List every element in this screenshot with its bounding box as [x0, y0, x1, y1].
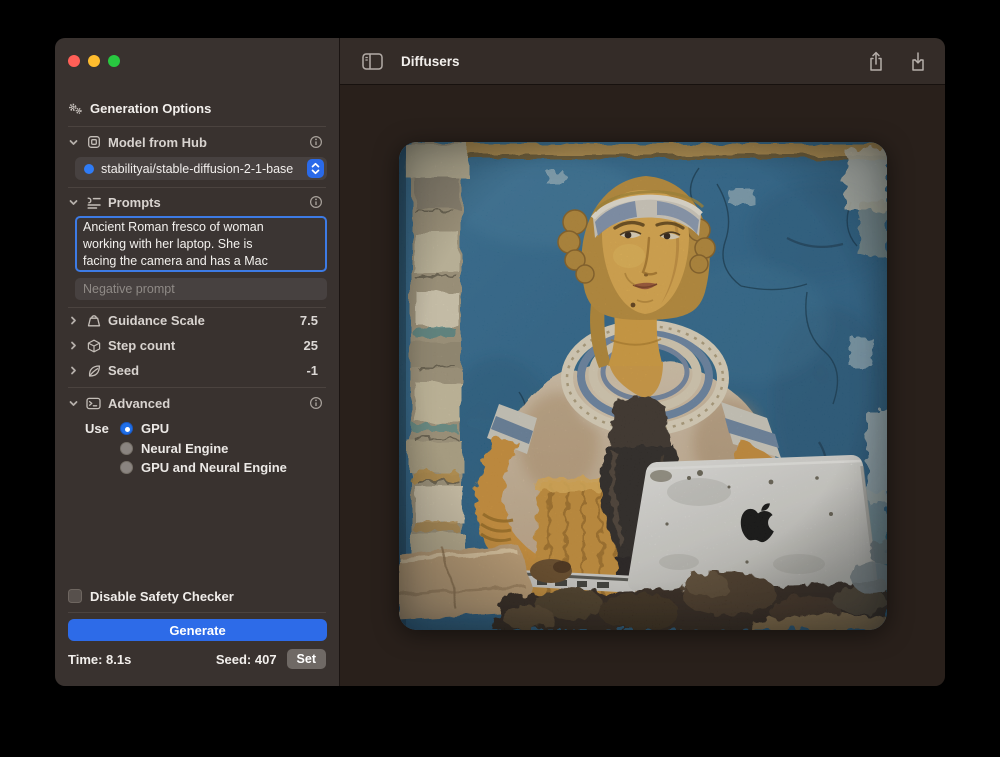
info-icon[interactable] [309, 195, 323, 209]
terminal-icon [86, 397, 101, 410]
scale-mass-icon [86, 314, 101, 328]
chevron-right-icon [68, 315, 79, 326]
param-row-guidance-scale[interactable]: Guidance Scale 7.5 [68, 308, 326, 333]
toolbar-actions [867, 51, 927, 72]
param-value: 25 [304, 338, 318, 353]
chevron-right-icon [68, 365, 79, 376]
minimize-button[interactable] [88, 55, 100, 67]
separator [68, 612, 326, 613]
sidebar-toggle-icon[interactable] [362, 53, 383, 70]
param-value: -1 [306, 363, 318, 378]
set-seed-button[interactable]: Set [287, 649, 326, 669]
window-title: Diffusers [401, 54, 460, 69]
main-area: Diffusers [340, 38, 945, 686]
section-model-from-hub[interactable]: Model from Hub [68, 130, 326, 154]
sidebar-spacer [68, 478, 326, 589]
param-row-seed[interactable]: Seed -1 [68, 358, 326, 383]
desktop: Generation Options Model from Hub stabil… [0, 0, 1000, 757]
text-quote-icon [86, 196, 101, 209]
titlebar: Diffusers [340, 38, 945, 85]
chevron-down-icon [68, 398, 79, 409]
param-value: 7.5 [300, 313, 318, 328]
cube-icon [86, 339, 101, 353]
share-icon[interactable] [867, 51, 885, 72]
separator [68, 126, 326, 127]
radio-row-neural-engine[interactable]: Neural Engine [68, 439, 326, 459]
gears-icon [68, 101, 83, 116]
param-label: Seed [108, 363, 139, 378]
stepper-icon [307, 159, 324, 178]
save-icon[interactable] [909, 51, 927, 72]
info-icon[interactable] [309, 135, 323, 149]
image-canvas [340, 85, 945, 686]
radio-gpu[interactable] [120, 422, 133, 435]
negative-prompt-input[interactable]: Negative prompt [75, 278, 327, 300]
leaf-icon [86, 364, 101, 378]
sidebar: Generation Options Model from Hub stabil… [55, 38, 340, 686]
zoom-button[interactable] [108, 55, 120, 67]
radio-neural-engine[interactable] [120, 442, 133, 455]
param-label: Step count [108, 338, 175, 353]
model-select-value: stabilityai/stable-diffusion-2-1-base [101, 162, 300, 176]
model-select[interactable]: stabilityai/stable-diffusion-2-1-base [75, 157, 327, 180]
separator [68, 387, 326, 388]
model-status-dot [84, 164, 94, 174]
radio-label: Neural Engine [141, 441, 228, 456]
section-prompts[interactable]: Prompts [68, 190, 326, 214]
section-advanced[interactable]: Advanced [68, 391, 326, 415]
info-icon[interactable] [309, 396, 323, 410]
generated-image [399, 142, 887, 630]
chevron-down-icon [68, 137, 79, 148]
sidebar-header: Generation Options [68, 100, 326, 117]
separator [68, 187, 326, 188]
chevron-right-icon [68, 340, 79, 351]
safety-checkbox-label: Disable Safety Checker [90, 589, 234, 604]
status-bar: Time: 8.1s Seed: 407 Set [68, 649, 326, 669]
compute-unit-radio-group: Use GPU Neural Engine GPU and Neural Eng… [68, 419, 326, 478]
prompt-input[interactable]: Ancient Roman fresco of woman working wi… [75, 216, 327, 272]
radio-row-gpu-and-neural-engine[interactable]: GPU and Neural Engine [68, 458, 326, 478]
param-row-step-count[interactable]: Step count 25 [68, 333, 326, 358]
advanced-section-label: Advanced [108, 396, 170, 411]
model-section-label: Model from Hub [108, 135, 207, 150]
close-button[interactable] [68, 55, 80, 67]
cpu-icon [86, 135, 101, 149]
radio-label: GPU [141, 421, 169, 436]
prompts-section-label: Prompts [108, 195, 161, 210]
seed-status: Seed: 407 [216, 652, 277, 667]
fresco-illustration [399, 142, 887, 630]
radio-gpu-and-neural-engine[interactable] [120, 461, 133, 474]
sidebar-title: Generation Options [90, 101, 211, 116]
radio-row-gpu[interactable]: Use GPU [68, 419, 326, 439]
app-window: Generation Options Model from Hub stabil… [55, 38, 945, 686]
param-label: Guidance Scale [108, 313, 205, 328]
use-label: Use [85, 421, 112, 436]
safety-checker-row[interactable]: Disable Safety Checker [68, 588, 326, 604]
time-status: Time: 8.1s [68, 652, 131, 667]
radio-label: GPU and Neural Engine [141, 460, 287, 475]
generate-button[interactable]: Generate [68, 619, 327, 641]
traffic-lights [68, 55, 326, 67]
chevron-down-icon [68, 197, 79, 208]
disable-safety-checkbox[interactable] [68, 589, 82, 603]
